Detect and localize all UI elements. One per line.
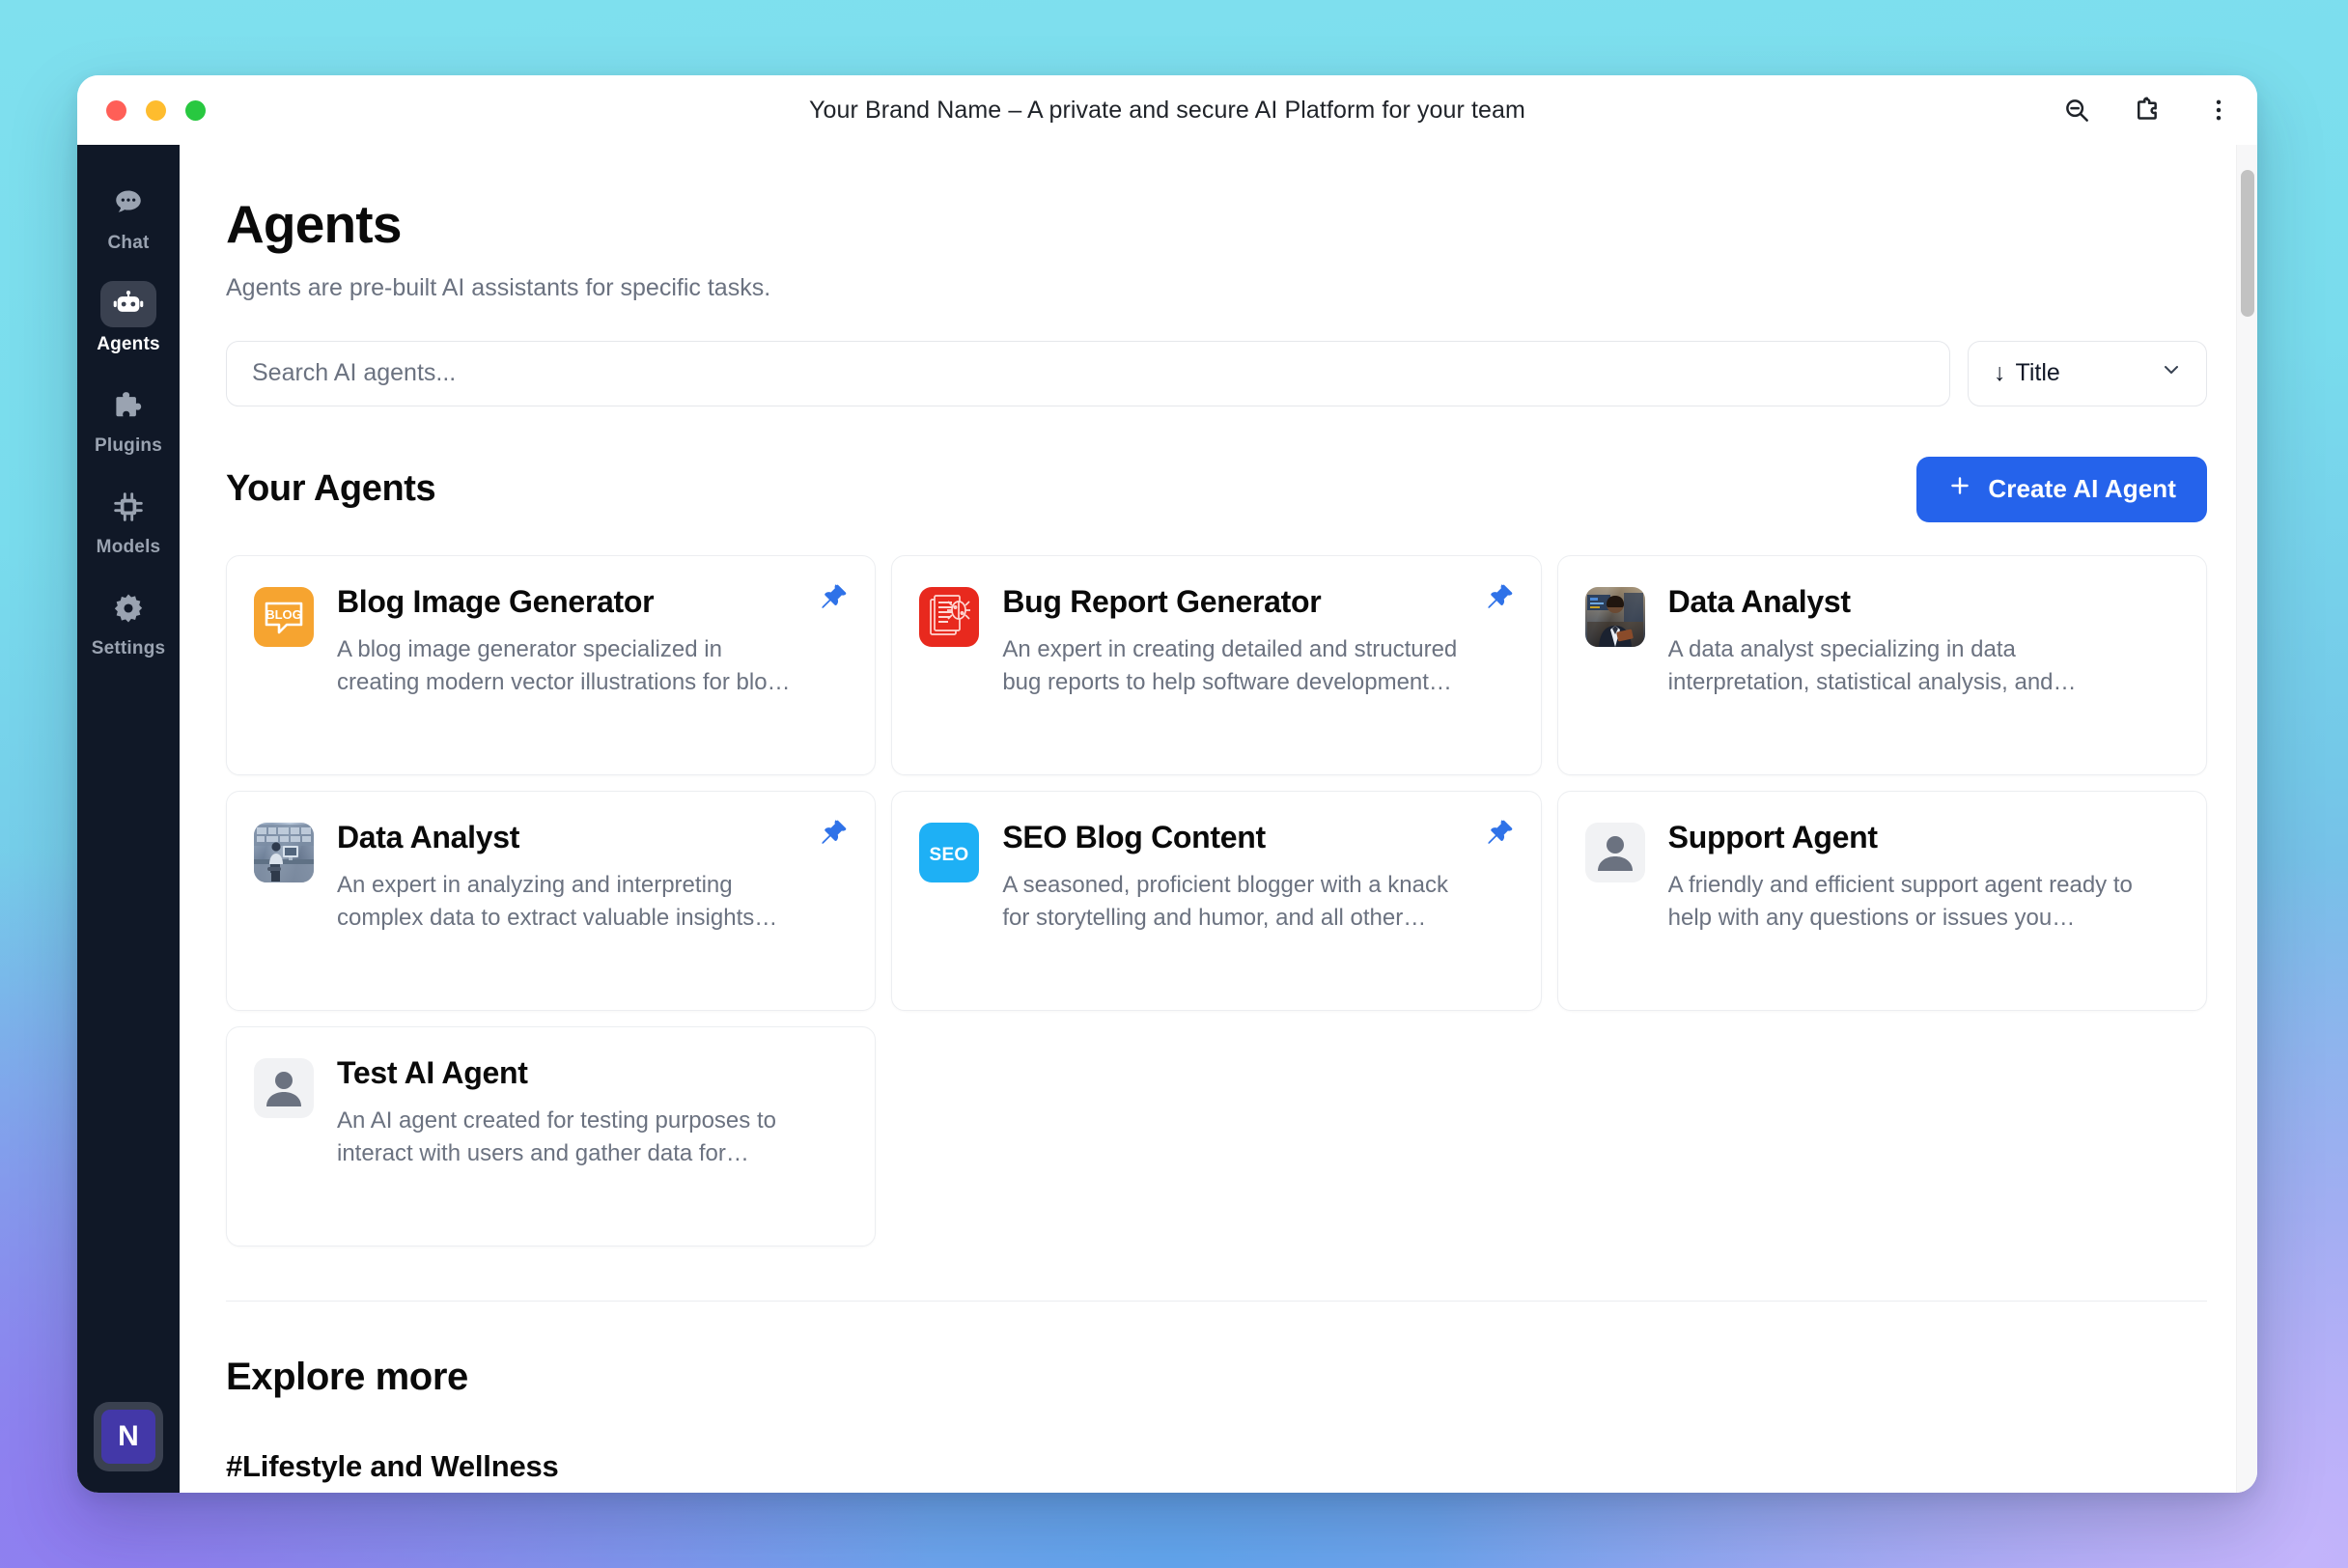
sidebar-item-settings[interactable]: Settings [84,575,173,667]
agent-card-body: SEO Blog Content A seasoned, proficient … [1002,819,1513,981]
avatar-initial: N [101,1410,155,1464]
search-input[interactable]: Search AI agents... [226,340,1950,406]
create-ai-agent-label: Create AI Agent [1988,474,2176,504]
agent-card[interactable]: Data Analyst A data analyst specializing… [1556,554,2207,775]
chip-icon [100,484,156,530]
pin-icon[interactable] [817,817,850,850]
agent-card[interactable]: Support Agent A friendly and efficient s… [1556,790,2207,1011]
sidebar-item-label: Chat [107,233,150,253]
agent-card-body: Data Analyst An expert in analyzing and … [337,819,848,981]
app-window: Your Brand Name – A private and secure A… [77,75,2257,1493]
agent-card-grid: BLOG Blog Image Generator A blog image g… [226,554,2207,1246]
blog-icon: BLOG [254,586,314,647]
zoom-out-icon[interactable] [2062,96,2091,125]
agent-card-body: Test AI Agent An AI agent created for te… [337,1054,848,1217]
agent-card[interactable]: SEO SEO Blog Content A seasoned, profici… [891,790,1542,1011]
agent-card-body: Data Analyst A data analyst specializing… [1668,583,2179,745]
agent-card-description: A data analyst specializing in data inte… [1667,636,2077,696]
sidebar: Chat Agents Plugins Models Settings N [77,145,180,1493]
chat-icon [100,180,156,226]
maximize-window-button[interactable] [185,99,206,121]
agent-card-title: Data Analyst [1667,583,1851,619]
person-placeholder-icon [254,1057,314,1118]
agent-card-title: Support Agent [1667,819,1878,854]
page-subtitle: Agents are pre-built AI assistants for s… [226,273,771,301]
robot-icon [100,281,156,327]
section-divider [226,1300,2207,1302]
sidebar-item-agents[interactable]: Agents [84,271,173,363]
explore-tag-title: #Lifestyle and Wellness [226,1448,559,1483]
agent-card-description: An AI agent created for testing purposes… [337,1107,776,1167]
pin-icon[interactable] [1483,581,1516,614]
sort-select[interactable]: ↓ Title [1968,340,2207,406]
window-title: Your Brand Name – A private and secure A… [809,96,1525,124]
sidebar-item-label: Models [96,537,161,557]
section-title: Your Agents [226,468,436,510]
title-bar-actions [2062,96,2232,125]
search-row: Search AI agents... ↓ Title [226,340,2207,406]
sidebar-item-label: Agents [97,334,160,354]
agent-card-body: Bug Report Generator An expert in creati… [1002,583,1513,745]
window-body: Chat Agents Plugins Models Settings N Ag… [77,145,2257,1493]
agent-card[interactable]: Data Analyst An expert in analyzing and … [226,790,877,1011]
scrollbar-thumb[interactable] [2241,170,2254,317]
main-content: Agents Agents are pre-built AI assistant… [180,145,2257,1493]
extensions-icon[interactable] [2134,96,2163,125]
svg-text:BLOG: BLOG [266,607,302,622]
scrollbar[interactable] [2236,145,2257,1493]
analyst-photo-avatar [1584,586,1645,647]
scroll-area: Agents Agents are pre-built AI assistant… [180,145,2257,1493]
agent-card-description: A seasoned, proficient blogger with a kn… [1002,872,1448,932]
agent-card[interactable]: Bug Report Generator An expert in creati… [891,554,1542,775]
sort-label: Title [2015,359,2060,387]
seo-icon: SEO [919,822,980,882]
sort-direction-icon: ↓ [1994,359,2006,387]
analyst-desk-photo-avatar [254,822,314,882]
svg-text:SEO: SEO [930,845,969,865]
agent-card-description: A friendly and efficient support agent r… [1667,872,2133,932]
agent-card-title: Bug Report Generator [1002,583,1322,619]
traffic-lights [106,99,206,121]
agent-card-title: SEO Blog Content [1002,819,1266,854]
agent-card-description: An expert in creating detailed and struc… [1002,636,1458,696]
gear-icon [100,585,156,631]
sidebar-item-label: Settings [91,638,166,658]
plus-icon [1947,473,1972,505]
sidebar-item-plugins[interactable]: Plugins [84,373,173,464]
agent-card-description: A blog image generator specialized in cr… [337,636,791,696]
puzzle-icon [100,382,156,429]
sidebar-item-chat[interactable]: Chat [84,170,173,262]
more-menu-icon[interactable] [2205,97,2232,124]
agent-card-description: An expert in analyzing and interpreting … [337,872,778,932]
pin-icon[interactable] [1483,817,1516,850]
agent-card[interactable]: Test AI Agent An AI agent created for te… [226,1025,877,1246]
agent-card-body: Blog Image Generator A blog image genera… [337,583,848,745]
agent-card[interactable]: BLOG Blog Image Generator A blog image g… [226,554,877,775]
explore-more-title: Explore more [226,1355,468,1398]
minimize-window-button[interactable] [146,99,166,121]
your-agents-header: Your Agents Create AI Agent [226,456,2207,522]
sidebar-item-label: Plugins [94,435,162,456]
create-ai-agent-button[interactable]: Create AI Agent [1916,456,2207,522]
close-window-button[interactable] [106,99,126,121]
title-bar: Your Brand Name – A private and secure A… [77,75,2257,145]
chevron-down-icon [2160,358,2183,388]
pin-icon[interactable] [817,581,850,614]
agent-card-title: Blog Image Generator [337,583,655,619]
agent-card-title: Test AI Agent [337,1054,528,1090]
bug-report-icon [919,586,980,647]
sidebar-item-models[interactable]: Models [84,474,173,566]
agent-card-body: Support Agent A friendly and efficient s… [1668,819,2179,981]
agent-card-title: Data Analyst [337,819,520,854]
page-title: Agents [226,194,402,254]
avatar[interactable]: N [94,1402,163,1471]
person-placeholder-icon [1584,822,1645,882]
